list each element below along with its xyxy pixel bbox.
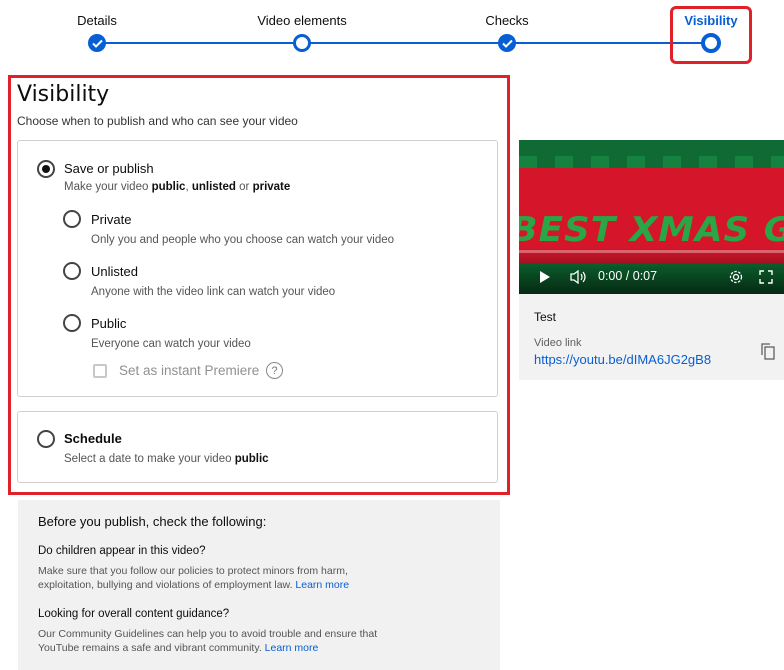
save-or-publish-desc: Make your video public, unlisted or priv… [64,181,291,193]
unlisted-desc: Anyone with the video link can watch you… [91,286,336,298]
pre-publish-checklist: Before you publish, check the following:… [18,500,500,670]
private-desc: Only you and people who you choose can w… [91,234,395,246]
checklist-text: Our Community Guidelines can help you to… [38,628,378,654]
checklist-question: Looking for overall content guidance? [38,608,230,620]
checklist-text: Make sure that you follow our policies t… [38,565,350,591]
learn-more-link[interactable]: Learn more [295,579,349,591]
public-label[interactable]: Public [91,316,126,331]
step-details-dot[interactable] [88,34,106,52]
video-title: Test [534,310,557,324]
private-label[interactable]: Private [91,212,131,227]
volume-icon[interactable] [569,269,587,285]
step-details-label[interactable]: Details [77,13,117,28]
save-or-publish-card: Save or publish Make your video public, … [17,140,498,397]
step-video-elements-label[interactable]: Video elements [257,13,346,28]
public-radio[interactable] [63,314,81,332]
checklist-heading: Before you publish, check the following: [38,514,267,529]
video-time: 0:00 / 0:07 [598,269,658,283]
checkmark-icon [501,39,513,48]
fullscreen-icon[interactable] [759,270,773,284]
save-or-publish-label[interactable]: Save or publish [64,161,154,176]
unlisted-radio[interactable] [63,262,81,280]
checklist-question: Do children appear in this video? [38,545,206,557]
checkmark-icon [91,39,103,48]
video-link-label: Video link [534,337,582,349]
unlisted-label[interactable]: Unlisted [91,264,138,279]
step-checks-label[interactable]: Checks [485,13,528,28]
schedule-desc: Select a date to make your video public [64,453,269,465]
video-player[interactable]: BEST XMAS GAMI 0:00 / 0:07 [519,140,784,294]
player-controls: 0:00 / 0:07 [519,266,784,290]
save-or-publish-radio[interactable] [37,160,55,178]
instant-premiere-label[interactable]: Set as instant Premiere [119,363,259,378]
progress-bar[interactable] [519,250,784,253]
schedule-label[interactable]: Schedule [64,431,122,446]
visibility-step-highlight [670,6,752,64]
video-link[interactable]: https://youtu.be/dIMA6JG2gB8 [534,352,711,367]
stepper-line [97,42,711,44]
schedule-radio[interactable] [37,430,55,448]
play-icon[interactable] [539,270,551,284]
visibility-subtitle: Choose when to publish and who can see y… [17,114,298,128]
step-video-elements-dot[interactable] [293,34,311,52]
public-desc: Everyone can watch your video [91,338,251,350]
instant-premiere-checkbox[interactable] [93,364,107,378]
schedule-card: Schedule Select a date to make your vide… [17,411,498,483]
learn-more-link[interactable]: Learn more [265,642,319,654]
private-radio[interactable] [63,210,81,228]
video-preview-card: BEST XMAS GAMI 0:00 / 0:07 Test Video li… [519,140,784,380]
settings-gear-icon[interactable] [728,269,744,285]
visibility-title: Visibility [17,82,110,107]
thumbnail-title: BEST XMAS GAMI [519,210,784,250]
copy-icon[interactable] [761,343,775,360]
step-checks-dot[interactable] [498,34,516,52]
help-icon[interactable]: ? [266,362,283,379]
